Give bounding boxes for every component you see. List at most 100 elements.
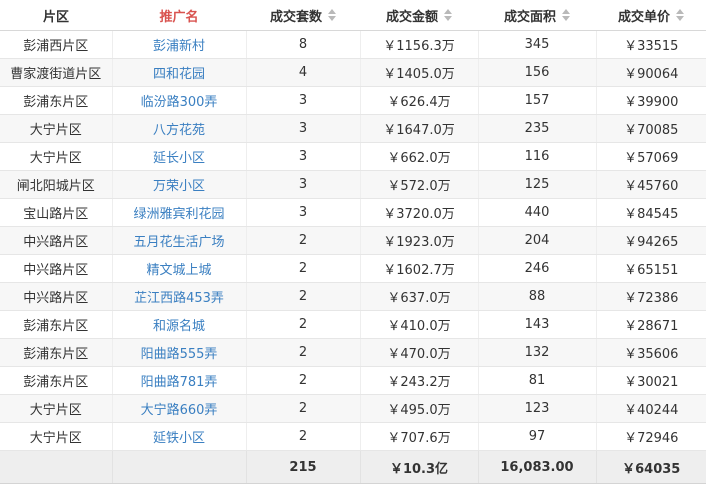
cell-promo-name[interactable]: 四和花园 [112, 58, 247, 87]
cell-deal-amount: ￥243.2万 [360, 366, 479, 395]
total-area: 16,083.00 [477, 450, 596, 484]
cell-unit-price: ￥28671 [596, 310, 706, 339]
cell-unit-price: ￥45760 [596, 170, 706, 199]
cell-district: 大宁片区 [0, 114, 113, 143]
total-amount: ￥10.3亿 [359, 450, 478, 484]
cell-deal-amount: ￥3720.0万 [360, 198, 479, 227]
cell-unit-price: ￥35606 [596, 338, 706, 367]
cell-deal-count: 3 [246, 114, 361, 143]
cell-deal-count: 2 [246, 338, 361, 367]
cell-promo-name[interactable]: 延铁小区 [112, 422, 247, 451]
table-row: 中兴路片区 芷江西路453弄 2 ￥637.0万 88 ￥72386 [0, 282, 706, 311]
cell-promo-name[interactable]: 延长小区 [112, 142, 247, 171]
cell-deal-count: 2 [246, 226, 361, 255]
cell-deal-count: 2 [246, 282, 361, 311]
cell-promo-name[interactable]: 五月花生活广场 [112, 226, 247, 255]
totals-row: 215 ￥10.3亿 16,083.00 ￥64035 [0, 450, 706, 484]
cell-unit-price: ￥84545 [596, 198, 706, 227]
cell-unit-price: ￥72386 [596, 282, 706, 311]
cell-promo-name[interactable]: 芷江西路453弄 [112, 282, 247, 311]
cell-district: 闸北阳城片区 [0, 170, 113, 199]
cell-deal-amount: ￥1923.0万 [360, 226, 479, 255]
cell-promo-name[interactable]: 阳曲路781弄 [112, 366, 247, 395]
cell-deal-count: 2 [246, 254, 361, 283]
cell-deal-area: 143 [478, 310, 597, 339]
cell-deal-area: 97 [478, 422, 597, 451]
cell-deal-area: 81 [478, 366, 597, 395]
table-row: 彭浦东片区 和源名城 2 ￥410.0万 143 ￥28671 [0, 310, 706, 339]
cell-deal-count: 2 [246, 422, 361, 451]
cell-promo-name[interactable]: 八方花苑 [112, 114, 247, 143]
cell-deal-area: 246 [478, 254, 597, 283]
sort-arrows-icon[interactable] [562, 9, 570, 21]
cell-promo-name[interactable]: 和源名城 [112, 310, 247, 339]
cell-deal-count: 3 [246, 142, 361, 171]
cell-district: 彭浦西片区 [0, 30, 113, 59]
cell-deal-count: 4 [246, 58, 361, 87]
sort-arrows-icon[interactable] [328, 9, 336, 21]
cell-deal-area: 132 [478, 338, 597, 367]
cell-deal-area: 88 [478, 282, 597, 311]
header-row: 片区 推广名 成交套数 成交金额 成交面积 成交单价 [0, 0, 706, 31]
cell-deal-area: 440 [478, 198, 597, 227]
cell-district: 彭浦东片区 [0, 366, 113, 395]
cell-unit-price: ￥94265 [596, 226, 706, 255]
cell-promo-name[interactable]: 万荣小区 [112, 170, 247, 199]
cell-promo-name[interactable]: 临汾路300弄 [112, 86, 247, 115]
table-body: 彭浦西片区 彭浦新村 8 ￥1156.3万 345 ￥33515 曹家渡街道片区 四和花园 4 ￥… [0, 30, 706, 451]
header-deal-count[interactable]: 成交套数 [246, 0, 360, 31]
cell-deal-amount: ￥626.4万 [360, 86, 479, 115]
cell-deal-count: 8 [246, 30, 361, 59]
cell-unit-price: ￥57069 [596, 142, 706, 171]
table-row: 彭浦东片区 阳曲路555弄 2 ￥470.0万 132 ￥35606 [0, 338, 706, 367]
cell-unit-price: ￥72946 [596, 422, 706, 451]
header-district: 片区 [0, 0, 112, 31]
cell-unit-price: ￥70085 [596, 114, 706, 143]
cell-deal-area: 204 [478, 226, 597, 255]
header-deal-area[interactable]: 成交面积 [478, 0, 596, 31]
cell-deal-count: 2 [246, 310, 361, 339]
cell-deal-area: 125 [478, 170, 597, 199]
header-unit-price[interactable]: 成交单价 [596, 0, 706, 31]
table-row: 大宁片区 八方花苑 3 ￥1647.0万 235 ￥70085 [0, 114, 706, 143]
cell-deal-amount: ￥707.6万 [360, 422, 479, 451]
cell-promo-name[interactable]: 彭浦新村 [112, 30, 247, 59]
sort-arrows-icon[interactable] [676, 9, 684, 21]
cell-deal-amount: ￥662.0万 [360, 142, 479, 171]
cell-deal-area: 157 [478, 86, 597, 115]
cell-deal-count: 2 [246, 394, 361, 423]
cell-unit-price: ￥90064 [596, 58, 706, 87]
cell-deal-amount: ￥637.0万 [360, 282, 479, 311]
cell-deal-amount: ￥410.0万 [360, 310, 479, 339]
sort-arrows-icon[interactable] [444, 9, 452, 21]
total-name [111, 450, 246, 484]
table-row: 宝山路片区 绿洲雅宾利花园 3 ￥3720.0万 440 ￥84545 [0, 198, 706, 227]
cell-deal-count: 2 [246, 366, 361, 395]
table-row: 大宁片区 延铁小区 2 ￥707.6万 97 ￥72946 [0, 422, 706, 451]
cell-deal-amount: ￥470.0万 [360, 338, 479, 367]
cell-deal-area: 156 [478, 58, 597, 87]
table-row: 闸北阳城片区 万荣小区 3 ￥572.0万 125 ￥45760 [0, 170, 706, 199]
cell-deal-amount: ￥1405.0万 [360, 58, 479, 87]
cell-district: 大宁片区 [0, 422, 113, 451]
cell-promo-name[interactable]: 绿洲雅宾利花园 [112, 198, 247, 227]
cell-unit-price: ￥65151 [596, 254, 706, 283]
cell-deal-count: 3 [246, 86, 361, 115]
header-deal-amount[interactable]: 成交金额 [360, 0, 478, 31]
total-count: 215 [245, 450, 360, 484]
cell-deal-area: 123 [478, 394, 597, 423]
cell-district: 彭浦东片区 [0, 86, 113, 115]
cell-promo-name[interactable]: 阳曲路555弄 [112, 338, 247, 367]
table-row: 曹家渡街道片区 四和花园 4 ￥1405.0万 156 ￥90064 [0, 58, 706, 87]
cell-promo-name[interactable]: 大宁路660弄 [112, 394, 247, 423]
cell-unit-price: ￥30021 [596, 366, 706, 395]
cell-district: 中兴路片区 [0, 254, 113, 283]
cell-deal-amount: ￥572.0万 [360, 170, 479, 199]
header-promo-name: 推广名 [112, 0, 246, 31]
cell-promo-name[interactable]: 精文城上城 [112, 254, 247, 283]
table-row: 中兴路片区 精文城上城 2 ￥1602.7万 246 ￥65151 [0, 254, 706, 283]
cell-deal-area: 235 [478, 114, 597, 143]
cell-deal-amount: ￥1647.0万 [360, 114, 479, 143]
cell-district: 彭浦东片区 [0, 310, 113, 339]
total-unit-price: ￥64035 [595, 450, 706, 484]
